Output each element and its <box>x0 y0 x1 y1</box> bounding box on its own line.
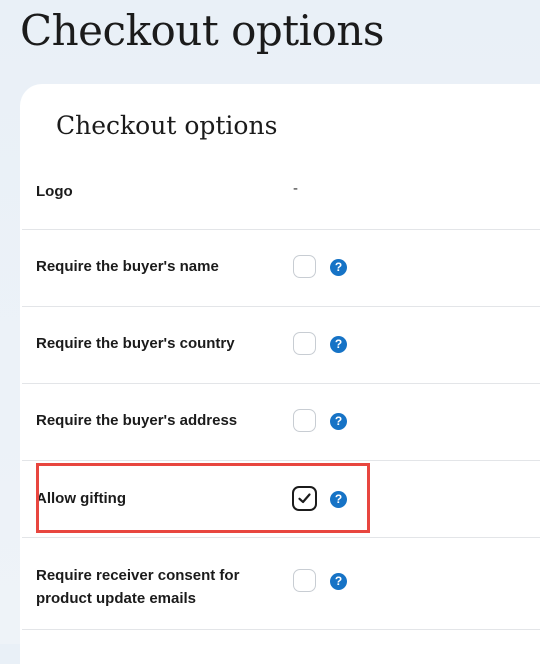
require-country-checkbox[interactable] <box>293 332 316 355</box>
require-country-help-icon[interactable]: ? <box>330 336 347 353</box>
receiver-consent-label: Require receiver consent for product upd… <box>36 567 240 607</box>
require-name-checkbox[interactable] <box>293 255 316 278</box>
require-address-row: Require the buyer's address <box>22 383 540 461</box>
receiver-consent-help-icon[interactable]: ? <box>330 573 347 590</box>
highlight-box <box>36 463 370 533</box>
page-title: Checkout options <box>20 6 384 55</box>
require-address-help-icon[interactable]: ? <box>330 413 347 430</box>
require-address-checkbox[interactable] <box>293 409 316 432</box>
require-name-row: Require the buyer's name <box>22 229 540 307</box>
require-name-label: Require the buyer's name <box>36 258 219 275</box>
receiver-consent-checkbox[interactable] <box>293 569 316 592</box>
require-country-row: Require the buyer's country <box>22 306 540 384</box>
require-address-label: Require the buyer's address <box>36 412 238 429</box>
logo-value: - <box>293 180 298 197</box>
require-country-label: Require the buyer's country <box>36 335 235 352</box>
logo-label: Logo <box>36 183 73 200</box>
logo-row: Logo <box>22 163 540 230</box>
receiver-consent-row: Require receiver consent for product upd… <box>22 537 540 630</box>
require-name-help-icon[interactable]: ? <box>330 259 347 276</box>
card-title: Checkout options <box>56 111 278 140</box>
